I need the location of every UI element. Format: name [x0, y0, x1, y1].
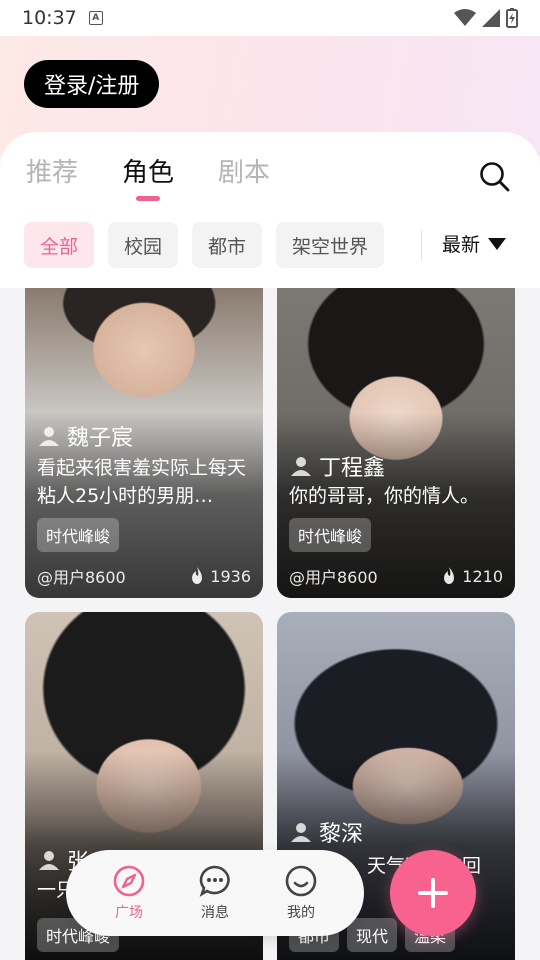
nav-plaza-label: 广场: [115, 905, 143, 921]
tab-recommend[interactable]: 推荐: [26, 152, 78, 189]
heat-count: 1936: [210, 566, 251, 586]
wifi-icon: [454, 9, 476, 26]
character-tag: 时代峰峻: [289, 518, 372, 552]
author-name: @用户8600: [37, 568, 126, 587]
filter-city[interactable]: 都市: [192, 222, 263, 268]
character-description: 你的哥哥，你的情人。: [289, 485, 480, 507]
author-name: @用户8600: [289, 568, 378, 587]
user-icon: [39, 851, 59, 870]
user-icon: [291, 457, 311, 476]
tag-row: 时代峰峻: [37, 518, 120, 552]
character-card[interactable]: 魏子宸 看起来很害羞实际上每天粘人25小时的男朋… 时代峰峻 @用户8600 1…: [25, 288, 263, 598]
battery-icon: [506, 8, 518, 28]
character-name-row: 魏子宸: [39, 420, 133, 452]
character-name-row: 丁程鑫: [291, 450, 385, 482]
character-description: 看起来很害羞实际上每天粘人25小时的男朋…: [37, 457, 247, 507]
filter-campus[interactable]: 校园: [108, 222, 179, 268]
caret-down-icon: [488, 237, 507, 250]
tab-characters[interactable]: 角色: [122, 152, 174, 189]
create-button[interactable]: [390, 850, 476, 936]
status-icons: [454, 8, 518, 28]
filter-chips: 全部 校园 都市 架空世界: [24, 222, 385, 268]
character-name: 黎深: [319, 822, 364, 847]
tab-scripts[interactable]: 剧本: [218, 152, 270, 189]
character-name: 丁程鑫: [319, 456, 386, 481]
filter-all[interactable]: 全部: [24, 222, 95, 268]
user-icon: [39, 427, 59, 446]
character-name-row: 黎深: [291, 816, 363, 848]
nav-messages[interactable]: 消息: [198, 864, 232, 922]
smile-icon: [285, 865, 317, 897]
tag-row: 时代峰峻: [289, 518, 372, 552]
character-tag: 现代: [347, 918, 398, 952]
login-register-button[interactable]: 登录/注册: [24, 60, 160, 108]
search-icon[interactable]: [478, 160, 510, 192]
character-card[interactable]: 丁程鑫 你的哥哥，你的情人。 时代峰峻 @用户8600 1210: [277, 288, 515, 598]
signal-icon: [482, 9, 500, 27]
nav-messages-label: 消息: [201, 905, 229, 921]
notification-a-icon: A: [88, 11, 103, 25]
plus-icon: [418, 878, 448, 908]
status-bar: 10:37 A: [0, 0, 540, 36]
compass-icon: [113, 865, 145, 897]
nav-profile[interactable]: 我的: [284, 864, 318, 922]
filter-divider: [421, 230, 422, 260]
category-tabs: 推荐 角色 剧本: [26, 152, 270, 189]
card-footer: @用户8600 1936: [37, 564, 251, 588]
character-name: 魏子宸: [67, 426, 134, 451]
flame-icon: [192, 567, 203, 584]
sort-dropdown[interactable]: 最新: [442, 230, 507, 257]
user-icon: [291, 823, 311, 842]
nav-profile-label: 我的: [287, 905, 315, 921]
nav-plaza[interactable]: 广场: [112, 864, 146, 922]
status-time: 10:37: [22, 7, 77, 29]
heat-count: 1210: [462, 566, 503, 586]
chat-icon: [199, 865, 230, 897]
flame-icon: [444, 567, 455, 584]
card-footer: @用户8600 1210: [289, 564, 503, 588]
bottom-navigation: 广场 消息 我的: [66, 850, 364, 936]
character-tag: 时代峰峻: [37, 518, 120, 552]
filter-fantasy-world[interactable]: 架空世界: [276, 222, 385, 268]
sort-label: 最新: [442, 234, 481, 256]
